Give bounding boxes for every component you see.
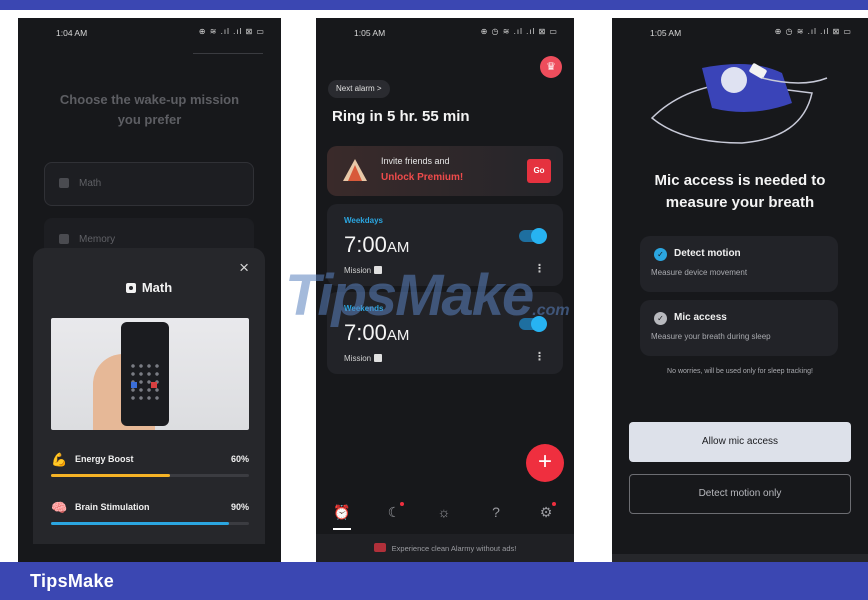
phone-alarm-list: 1:05 AM ⊕ ◷ ≋ .ıl .ıl ⊠ ▭ ♛ Next alarm >… <box>316 18 574 564</box>
alarm-time: 7:00AM <box>344 232 410 257</box>
status-bar: 1:04 AM ⊕ ≋ .ıl .ıl ⊠ ▭ <box>18 26 281 40</box>
check-icon: ✓ <box>654 248 667 261</box>
status-icons: ⊕ ◷ ≋ .ıl .ıl ⊠ ▭ <box>774 27 852 36</box>
nav-sun-icon[interactable]: ☼ <box>434 504 454 524</box>
status-icons: ⊕ ◷ ≋ .ıl .ıl ⊠ ▭ <box>480 27 558 36</box>
alarm-toggle[interactable] <box>519 228 547 244</box>
more-icon[interactable]: ⋮ <box>534 262 545 275</box>
nav-alarm-clock-icon[interactable]: ⏰ <box>332 504 352 524</box>
mission-detail-sheet: × Math 💪 Energy Boost 60% 🧠 Brain Stimul… <box>33 248 265 544</box>
alarm-mission: Mission <box>344 266 383 275</box>
status-icons: ⊕ ≋ .ıl .ıl ⊠ ▭ <box>198 27 265 36</box>
brand-footer: TipsMake <box>0 562 868 600</box>
brain-icon: 🧠 <box>51 500 68 515</box>
mountain-icon <box>343 159 367 181</box>
keypad-shape <box>129 362 161 400</box>
alarm-card-weekdays[interactable]: Weekdays 7:00AM Mission ⋮ <box>327 204 563 286</box>
allow-mic-access-button[interactable]: Allow mic access <box>629 422 851 462</box>
phone-mic-permission: 1:05 AM ⊕ ◷ ≋ .ıl .ıl ⊠ ▭ Mic access is … <box>612 18 868 564</box>
page-title: Choose the wake-up mission you prefer <box>59 92 240 127</box>
notification-dot <box>552 502 556 506</box>
nav-help-icon[interactable]: ? <box>486 504 506 524</box>
alarm-mission: Mission <box>344 354 383 363</box>
bottom-nav: ⏰ ☾ ☼ ? ⚙ <box>316 494 574 532</box>
more-icon[interactable]: ⋮ <box>534 350 545 363</box>
mission-option-label: Math <box>79 178 102 189</box>
toggle-knob <box>531 316 547 332</box>
keypad-key-blue <box>131 382 137 388</box>
invite-premium-banner[interactable]: Invite friends and Unlock Premium! Go <box>327 146 563 196</box>
notification-dot <box>400 502 404 506</box>
go-button[interactable]: Go <box>527 159 551 183</box>
add-alarm-button[interactable]: + <box>526 444 564 482</box>
active-tab-indicator <box>333 528 351 530</box>
check-icon: ✓ <box>654 312 667 325</box>
dice-icon <box>374 354 383 362</box>
mission-preview-image <box>51 318 249 430</box>
close-icon[interactable]: × <box>239 258 249 278</box>
brand-label: TipsMake <box>30 571 115 591</box>
sheet-title: Math <box>33 280 265 295</box>
progress-track <box>51 522 249 525</box>
top-accent-bar <box>0 0 868 10</box>
crown-icon[interactable]: ♛ <box>540 56 562 78</box>
next-alarm-chip[interactable]: Next alarm > <box>328 80 390 98</box>
permission-detect-motion: ✓ Detect motion Measure device movement <box>640 236 838 292</box>
header-divider <box>193 53 263 54</box>
mission-option-label: Memory <box>79 234 116 245</box>
alarm-toggle[interactable] <box>519 316 547 332</box>
dice-icon <box>59 178 69 188</box>
page-title: Mic access is needed to measure your bre… <box>654 172 826 211</box>
progress-fill <box>51 474 170 477</box>
phone-mission-select: 1:04 AM ⊕ ≋ .ıl .ıl ⊠ ▭ Choose the wake-… <box>18 18 281 564</box>
nav-settings-icon[interactable]: ⚙ <box>536 502 556 524</box>
grid-icon <box>59 234 69 244</box>
alarm-time: 7:00AM <box>344 320 410 345</box>
progress-fill <box>51 522 230 525</box>
status-time: 1:04 AM <box>56 28 88 38</box>
permission-mic-access: ✓ Mic access Measure your breath during … <box>640 300 838 356</box>
crown-icon <box>373 543 386 552</box>
alarm-card-weekends[interactable]: Weekends 7:00AM Mission ⋮ <box>327 292 563 374</box>
nav-sleep-icon[interactable]: ☾ <box>384 502 404 524</box>
dice-icon <box>374 266 383 274</box>
status-bar: 1:05 AM ⊕ ◷ ≋ .ıl .ıl ⊠ ▭ <box>316 26 574 40</box>
status-time: 1:05 AM <box>354 28 386 38</box>
ad-free-banner[interactable]: Experience clean Alarmy without ads! <box>316 534 574 564</box>
ring-countdown: Ring in 5 hr. 55 min <box>332 108 470 125</box>
screenshot-frame: 1:04 AM ⊕ ≋ .ıl .ıl ⊠ ▭ Choose the wake-… <box>0 0 868 600</box>
status-time: 1:05 AM <box>650 28 682 38</box>
keypad-key-red <box>151 382 157 388</box>
detect-motion-only-button[interactable]: Detect motion only <box>629 474 851 514</box>
muscle-icon: 💪 <box>51 452 68 467</box>
privacy-note: No worries, will be used only for sleep … <box>667 368 813 375</box>
progress-track <box>51 474 249 477</box>
dice-icon <box>125 283 136 293</box>
toggle-knob <box>531 228 547 244</box>
sleeping-person-illustration <box>650 63 828 144</box>
mission-option-math[interactable]: Math <box>44 162 254 206</box>
status-bar: 1:05 AM ⊕ ◷ ≋ .ıl .ıl ⊠ ▭ <box>612 26 868 40</box>
